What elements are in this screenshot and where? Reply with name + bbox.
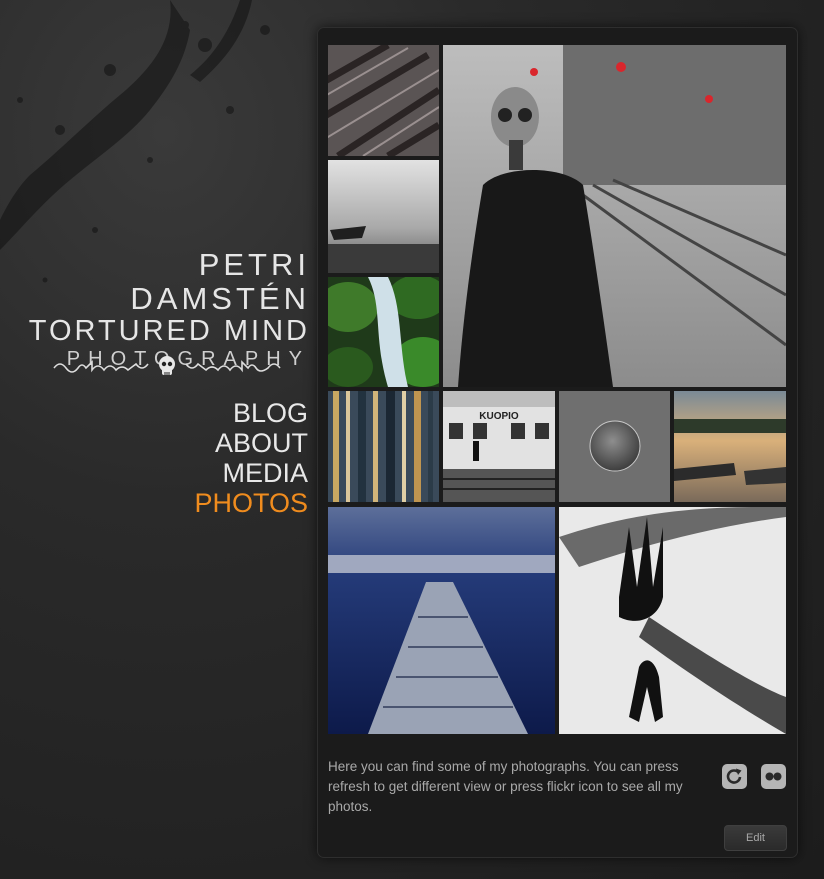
kuopio-station-photo[interactable]: KUOPIO — [443, 391, 555, 502]
nav-blog[interactable]: BLOG — [150, 398, 308, 428]
nav-about[interactable]: ABOUT — [150, 428, 308, 458]
refresh-icon — [726, 768, 742, 784]
edit-button[interactable]: Edit — [724, 825, 787, 851]
brand-name: PETRI DAMSTÉN — [130, 247, 310, 316]
skull-icon — [159, 356, 175, 375]
nav-media[interactable]: MEDIA — [150, 458, 308, 488]
shadow-hands-photo[interactable] — [559, 507, 786, 734]
blurred-trees-photo[interactable] — [328, 391, 439, 502]
main-nav: BLOG ABOUT MEDIA PHOTOS — [150, 398, 308, 518]
forest-stream-photo[interactable] — [328, 277, 439, 387]
nav-photos[interactable]: PHOTOS — [150, 488, 308, 518]
glass-sphere-photo[interactable] — [559, 391, 670, 502]
refresh-button[interactable] — [722, 764, 747, 789]
flickr-icon — [765, 772, 782, 781]
station-sign: KUOPIO — [479, 411, 519, 422]
pier-blue-lake-photo[interactable] — [328, 507, 555, 734]
railway-tracks-rain-photo[interactable] — [328, 45, 439, 156]
lake-sunset-boats-photo[interactable] — [674, 391, 786, 502]
gas-mask-man-platform-photo[interactable] — [443, 45, 786, 387]
brand-tagline: TORTURED MIND — [28, 315, 310, 347]
misty-lake-boat-photo[interactable] — [328, 160, 439, 273]
gallery-description: Here you can find some of my photographs… — [328, 759, 683, 814]
skull-ornament-divider — [53, 356, 281, 375]
flickr-button[interactable] — [761, 764, 786, 789]
